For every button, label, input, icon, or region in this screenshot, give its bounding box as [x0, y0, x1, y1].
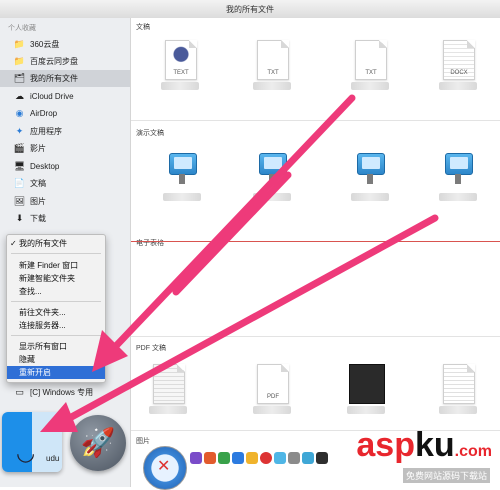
- menu-separator: [11, 253, 101, 254]
- dock-context-menu: ✓ 我的所有文件 新建 Finder 窗口 新建智能文件夹 查找... 前往文件…: [6, 234, 106, 383]
- sidebar-item-movies[interactable]: 🎬 影片: [0, 140, 130, 157]
- apps-icon: ✦: [15, 126, 24, 136]
- pdf-file-icon: [153, 364, 185, 404]
- sidebar-item-airdrop[interactable]: ◉ AirDrop: [0, 105, 130, 122]
- dock-app-icon[interactable]: [246, 452, 258, 464]
- menu-item-connect-server[interactable]: 连接服务器...: [7, 319, 105, 332]
- sidebar-item-360yunpan[interactable]: 📁 360云盘: [0, 36, 130, 53]
- menu-separator: [11, 335, 101, 336]
- window-title: 我的所有文件: [226, 5, 274, 14]
- dock-app-icon[interactable]: [288, 452, 300, 464]
- all-files-icon: 🗂: [13, 73, 26, 83]
- window-titlebar: 我的所有文件: [0, 0, 500, 19]
- filename-blurred: [439, 193, 477, 201]
- dock-app-icon[interactable]: [316, 452, 328, 464]
- sidebar-item-applications[interactable]: ✦ 应用程序: [0, 123, 130, 140]
- menu-item-find[interactable]: 查找...: [7, 285, 105, 298]
- airdrop-icon: ◉: [15, 108, 24, 118]
- dock-app-icon[interactable]: [260, 452, 272, 464]
- menu-item-new-finder-window[interactable]: 新建 Finder 窗口: [7, 259, 105, 272]
- sidebar-item-downloads[interactable]: ⬇ 下载: [0, 210, 130, 227]
- txt-file-icon: TXT: [257, 40, 289, 80]
- sidebar-item-windows-drive[interactable]: ▭ [C] Windows 专用: [0, 384, 130, 401]
- menu-separator: [11, 301, 101, 302]
- menu-item-show-all-windows[interactable]: 显示所有窗口: [7, 340, 105, 353]
- filename-blurred: [439, 82, 477, 90]
- keynote-file-icon: [259, 153, 287, 185]
- drive-icon: ▭: [15, 387, 24, 397]
- picture-icon: 🖼: [13, 196, 26, 206]
- watermark-subtitle: 免费网站源码下载站: [402, 468, 490, 483]
- sidebar-section-favorites: 个人收藏: [8, 25, 36, 32]
- file-item[interactable]: TXT: [251, 40, 293, 92]
- document-icon: 📄: [13, 178, 26, 188]
- file-item[interactable]: [251, 151, 293, 203]
- section-title-pdf: PDF 文稿: [136, 345, 166, 352]
- section-divider: [131, 336, 500, 337]
- menu-item-relaunch[interactable]: 重新开启: [7, 366, 105, 379]
- desktop-icon: 🖥: [13, 161, 26, 171]
- sidebar-item-desktop[interactable]: 🖥 Desktop: [0, 158, 130, 175]
- dock-app-icon[interactable]: [204, 452, 216, 464]
- folder-icon: 📁: [13, 56, 26, 66]
- pdf-file-icon: [349, 364, 385, 404]
- dock-app-icon[interactable]: [218, 452, 230, 464]
- dock-app-icon[interactable]: [232, 452, 244, 464]
- dock-app-icon[interactable]: [190, 452, 202, 464]
- text-file-icon: TEXT: [165, 40, 197, 80]
- file-item[interactable]: [161, 151, 203, 203]
- sidebar-item-documents[interactable]: 📄 文稿: [0, 175, 130, 192]
- file-item[interactable]: [349, 151, 391, 203]
- filename-blurred: [351, 193, 389, 201]
- dock-app-icon[interactable]: [302, 452, 314, 464]
- watermark-logo: aspku.com: [356, 426, 492, 464]
- sidebar-item-all-files[interactable]: 🗂 我的所有文件: [0, 70, 130, 87]
- txt-file-icon: TXT: [355, 40, 387, 80]
- folder-icon: 📁: [13, 39, 26, 49]
- menu-item-hide[interactable]: 隐藏: [7, 353, 105, 366]
- sidebar-item-pictures[interactable]: 🖼 图片: [0, 193, 130, 210]
- menu-item-all-files[interactable]: ✓ 我的所有文件: [7, 237, 105, 250]
- section-divider: [131, 120, 500, 121]
- pdf-file-icon: [443, 364, 475, 404]
- cloud-icon: ☁: [15, 91, 24, 101]
- dock-app-icon[interactable]: [274, 452, 286, 464]
- film-icon: 🎬: [13, 143, 26, 153]
- red-guide-line: [131, 241, 500, 242]
- dock-partial-label: udu: [46, 454, 60, 463]
- launchpad-rocket-icon[interactable]: 🚀: [70, 415, 126, 471]
- sidebar-item-icloud[interactable]: ☁ iCloud Drive: [0, 88, 130, 105]
- keynote-file-icon: [357, 153, 385, 185]
- filename-blurred: [351, 82, 389, 90]
- section-title-documents: 文稿: [136, 24, 150, 31]
- docx-file-icon: DOCX: [443, 40, 475, 80]
- menu-item-go-to-folder[interactable]: 前往文件夹...: [7, 306, 105, 319]
- keynote-file-icon: [445, 153, 473, 185]
- filename-blurred: [161, 82, 199, 90]
- checkmark-icon: ✓: [10, 239, 17, 248]
- file-item[interactable]: TXT: [349, 40, 391, 92]
- safari-compass-icon[interactable]: [143, 446, 187, 490]
- finder-dock-icon[interactable]: [2, 412, 62, 472]
- menu-item-new-smart-folder[interactable]: 新建智能文件夹: [7, 272, 105, 285]
- file-item[interactable]: DOCX: [437, 40, 479, 92]
- section-title-spreadsheets: 电子表格: [136, 240, 164, 247]
- filename-blurred: [163, 193, 201, 201]
- pdf-file-icon: PDF: [257, 364, 289, 404]
- section-title-presentations: 演示文稿: [136, 130, 164, 137]
- sidebar-item-baidu-sync[interactable]: 📁 百度云同步盘: [0, 53, 130, 70]
- filename-blurred: [253, 193, 291, 201]
- filename-blurred: [253, 82, 291, 90]
- file-item[interactable]: TEXT: [159, 40, 201, 92]
- download-icon: ⬇: [15, 213, 24, 223]
- keynote-file-icon: [169, 153, 197, 185]
- file-item[interactable]: [437, 151, 479, 203]
